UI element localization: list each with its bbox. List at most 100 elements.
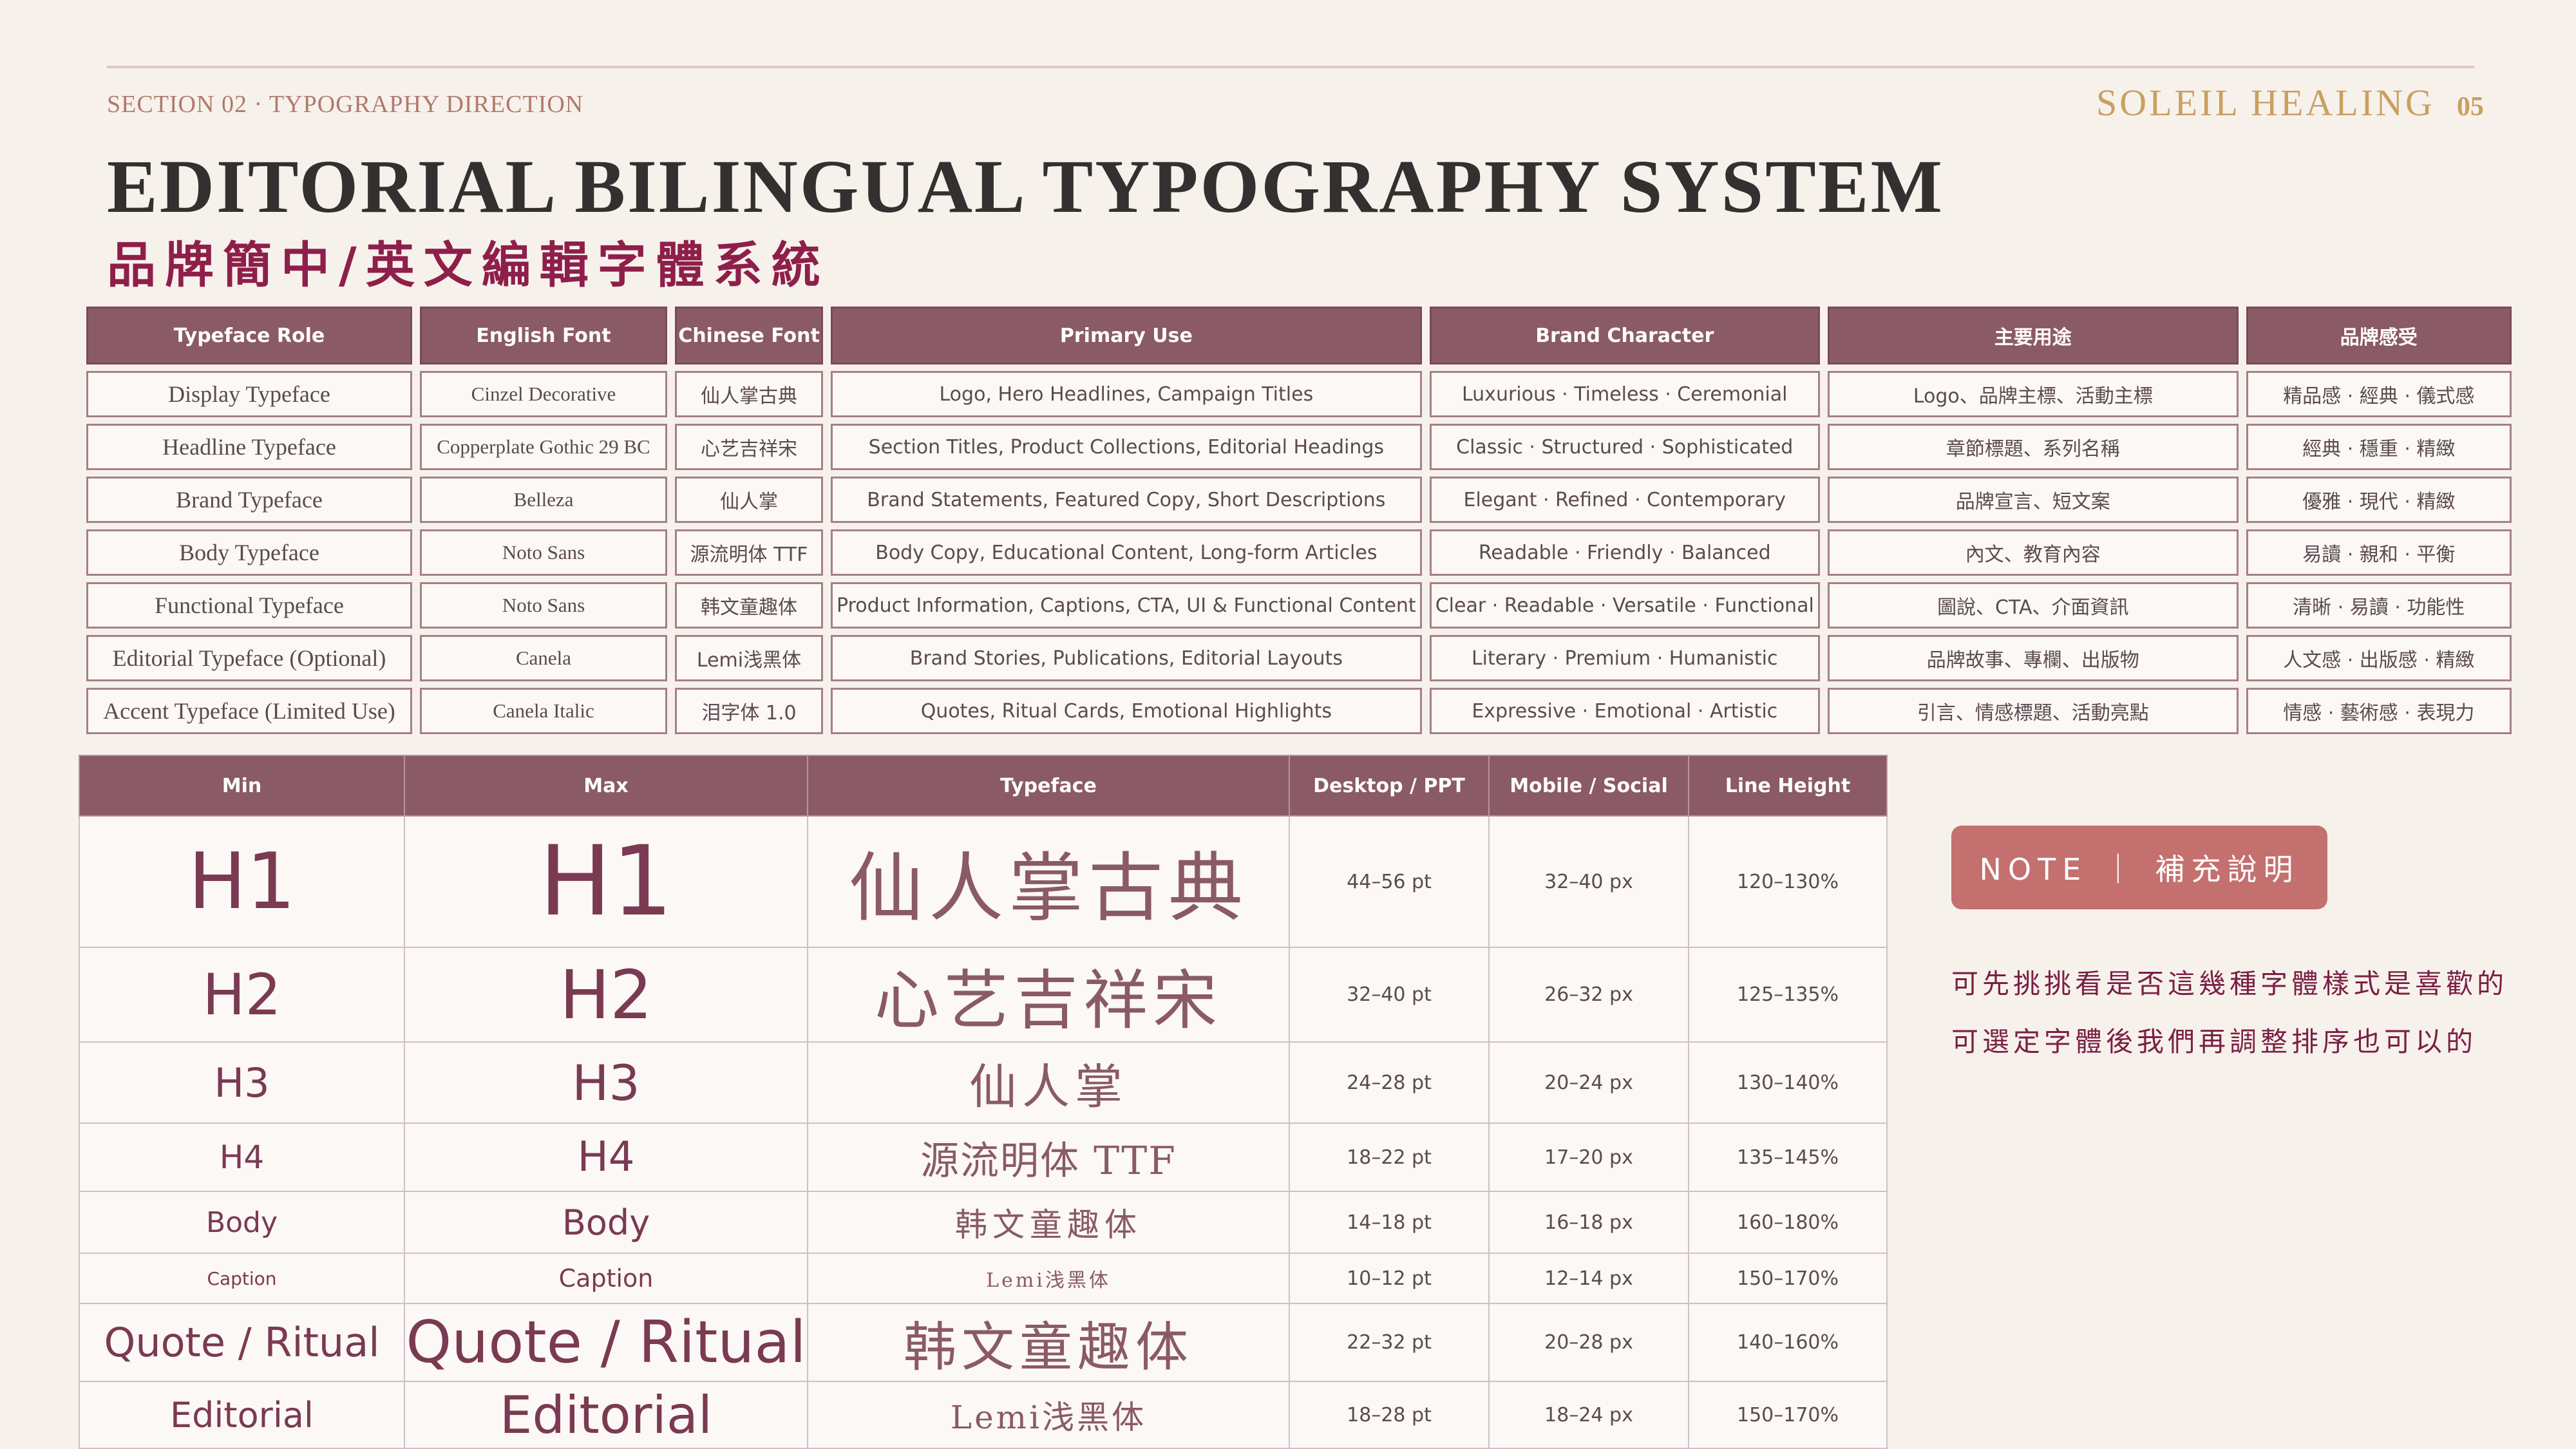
- brand-character-cell: Readable · Friendly · Balanced: [1429, 529, 1820, 576]
- typeface-roles-table: Typeface Role English Font Chinese Font …: [79, 300, 2519, 741]
- mobile-size: 20–24 px: [1488, 1041, 1689, 1124]
- table-row: Functional Typeface Noto Sans 韩文童趣体 Prod…: [86, 582, 2512, 629]
- col-header: English Font: [420, 307, 667, 365]
- typeface-sample: 源流明体 TTF: [807, 1122, 1290, 1192]
- type-scale-table: Min Max Typeface Desktop / PPT Mobile / …: [79, 755, 1888, 1449]
- desktop-size: 18–22 pt: [1289, 1122, 1490, 1192]
- desktop-size: 32–40 pt: [1289, 947, 1490, 1043]
- role-cell: Editorial Typeface (Optional): [86, 635, 412, 681]
- primary-use-cell: Logo, Hero Headlines, Campaign Titles: [831, 371, 1422, 417]
- zh-use-cell: 引言、情感標題、活動亮點: [1827, 688, 2239, 734]
- table-row: H1 H1 仙人掌古典 44–56 pt 32–40 px 120–130%: [79, 815, 1888, 948]
- brand-logo: SOLEIL HEALING 05: [2096, 81, 2484, 124]
- role-cell: Functional Typeface: [86, 582, 412, 629]
- zh-feel-cell: 人文感 · 出版感 · 精緻: [2246, 635, 2512, 681]
- min-sample: H4: [79, 1122, 405, 1192]
- table-row: Accent Typeface (Limited Use) Canela Ita…: [86, 688, 2512, 734]
- typeface-sample: 仙人掌: [807, 1041, 1290, 1124]
- max-sample: Caption: [404, 1253, 808, 1304]
- col-header: Brand Character: [1429, 307, 1820, 365]
- min-sample: Body: [79, 1191, 405, 1254]
- col-header: Primary Use: [831, 307, 1422, 365]
- col-header: Mobile / Social: [1488, 755, 1689, 817]
- desktop-size: 14–18 pt: [1289, 1191, 1490, 1254]
- desktop-size: 44–56 pt: [1289, 815, 1490, 948]
- note-button[interactable]: NOTE ｜ 補充說明: [1951, 826, 2327, 909]
- role-cell: Body Typeface: [86, 529, 412, 576]
- table-header-row: Typeface Role English Font Chinese Font …: [86, 307, 2512, 365]
- table-row: Body Typeface Noto Sans 源流明体 TTF Body Co…: [86, 529, 2512, 576]
- line-height: 130–140%: [1688, 1041, 1888, 1124]
- brand-name: SOLEIL HEALING: [2096, 82, 2435, 124]
- zh-use-cell: Logo、品牌主標、活動主標: [1827, 371, 2239, 417]
- table-row: Brand Typeface Belleza 仙人掌 Brand Stateme…: [86, 477, 2512, 523]
- typeface-sample: 仙人掌古典: [807, 815, 1290, 948]
- brand-character-cell: Luxurious · Timeless · Ceremonial: [1429, 371, 1820, 417]
- mobile-size: 16–18 px: [1488, 1191, 1689, 1254]
- col-header: 主要用途: [1827, 307, 2239, 365]
- line-height: 140–160%: [1688, 1303, 1888, 1382]
- role-cell: Display Typeface: [86, 371, 412, 417]
- mobile-size: 18–24 px: [1488, 1381, 1689, 1449]
- primary-use-cell: Body Copy, Educational Content, Long-for…: [831, 529, 1422, 576]
- max-sample: H4: [404, 1122, 808, 1192]
- chinese-font-cell: 心艺吉祥宋: [675, 424, 823, 470]
- table-row: H3 H3 仙人掌 24–28 pt 20–24 px 130–140%: [79, 1041, 1888, 1124]
- line-height: 160–180%: [1688, 1191, 1888, 1254]
- page-number: 05: [2456, 92, 2484, 122]
- role-cell: Headline Typeface: [86, 424, 412, 470]
- desktop-size: 22–32 pt: [1289, 1303, 1490, 1382]
- zh-use-cell: 品牌故事、專欄、出版物: [1827, 635, 2239, 681]
- max-sample: Body: [404, 1191, 808, 1254]
- mobile-size: 17–20 px: [1488, 1122, 1689, 1192]
- max-sample: H2: [404, 947, 808, 1043]
- typeface-sample: 韩文童趣体: [807, 1191, 1290, 1254]
- brand-character-cell: Classic · Structured · Sophisticated: [1429, 424, 1820, 470]
- english-font-cell: Canela: [420, 635, 667, 681]
- col-header: Min: [79, 755, 405, 817]
- mobile-size: 26–32 px: [1488, 947, 1689, 1043]
- max-sample: H3: [404, 1041, 808, 1124]
- note-text-line: 可選定字體後我們再調整排序也可以的: [1951, 1026, 2477, 1057]
- chinese-font-cell: 韩文童趣体: [675, 582, 823, 629]
- zh-use-cell: 圖說、CTA、介面資訊: [1827, 582, 2239, 629]
- english-font-cell: Noto Sans: [420, 582, 667, 629]
- brand-character-cell: Elegant · Refined · Contemporary: [1429, 477, 1820, 523]
- table-row: H4 H4 源流明体 TTF 18–22 pt 17–20 px 135–145…: [79, 1122, 1888, 1192]
- primary-use-cell: Quotes, Ritual Cards, Emotional Highligh…: [831, 688, 1422, 734]
- col-header: 品牌感受: [2246, 307, 2512, 365]
- line-height: 125–135%: [1688, 947, 1888, 1043]
- page-title: EDITORIAL BILINGUAL TYPOGRAPHY SYSTEM: [107, 144, 1944, 229]
- english-font-cell: Cinzel Decorative: [420, 371, 667, 417]
- table-row: Display Typeface Cinzel Decorative 仙人掌古典…: [86, 371, 2512, 417]
- zh-use-cell: 章節標題、系列名稱: [1827, 424, 2239, 470]
- role-cell: Brand Typeface: [86, 477, 412, 523]
- table-row: Body Body 韩文童趣体 14–18 pt 16–18 px 160–18…: [79, 1191, 1888, 1254]
- desktop-size: 18–28 pt: [1289, 1381, 1490, 1449]
- english-font-cell: Noto Sans: [420, 529, 667, 576]
- line-height: 135–145%: [1688, 1122, 1888, 1192]
- typeface-sample: Lemi浅黑体: [807, 1253, 1290, 1304]
- chinese-font-cell: 仙人掌古典: [675, 371, 823, 417]
- zh-feel-cell: 易讀 · 親和 · 平衡: [2246, 529, 2512, 576]
- table-row: Editorial Typeface (Optional) Canela Lem…: [86, 635, 2512, 681]
- zh-use-cell: 內文、教育內容: [1827, 529, 2239, 576]
- col-header: Typeface Role: [86, 307, 412, 365]
- line-height: 120–130%: [1688, 815, 1888, 948]
- chinese-font-cell: 仙人掌: [675, 477, 823, 523]
- typeface-sample: Lemi浅黑体: [807, 1381, 1290, 1449]
- primary-use-cell: Brand Statements, Featured Copy, Short D…: [831, 477, 1422, 523]
- section-label: SECTION 02 · TYPOGRAPHY DIRECTION: [107, 91, 584, 118]
- col-header: Typeface: [807, 755, 1290, 817]
- zh-feel-cell: 優雅 · 現代 · 精緻: [2246, 477, 2512, 523]
- zh-feel-cell: 精品感 · 經典 · 儀式感: [2246, 371, 2512, 417]
- min-sample: H3: [79, 1041, 405, 1124]
- brand-character-cell: Clear · Readable · Versatile · Functiona…: [1429, 582, 1820, 629]
- page-subtitle: 品牌簡中/英文編輯字體系統: [107, 236, 829, 294]
- english-font-cell: Belleza: [420, 477, 667, 523]
- note-text-line: 可先挑挑看是否這幾種字體樣式是喜歡的: [1951, 968, 2508, 999]
- min-sample: Caption: [79, 1253, 405, 1304]
- table-row: Headline Typeface Copperplate Gothic 29 …: [86, 424, 2512, 470]
- line-height: 150–170%: [1688, 1381, 1888, 1449]
- col-header: Chinese Font: [675, 307, 823, 365]
